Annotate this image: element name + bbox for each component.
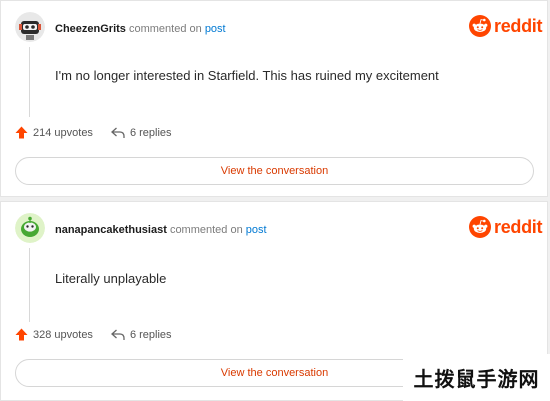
reddit-logo[interactable]: reddit — [469, 216, 543, 238]
upvote-arrow-icon — [15, 126, 28, 139]
upvote-count: 328 upvotes — [33, 328, 93, 341]
replies-button[interactable]: 6 replies — [110, 126, 172, 139]
view-conversation-button[interactable]: View the conversation — [15, 157, 534, 185]
upvote-button[interactable]: 328 upvotes — [15, 328, 93, 341]
thread-line — [29, 47, 30, 117]
upvote-count: 214 upvotes — [33, 126, 93, 139]
action-text: commented on — [128, 23, 202, 35]
comment-text: Literally unplayable — [55, 271, 167, 286]
action-text: commented on — [169, 224, 243, 236]
robot-avatar-icon[interactable] — [15, 12, 45, 42]
reddit-snoo-icon — [469, 216, 491, 238]
thread-line — [29, 248, 30, 322]
comment-actions: 214 upvotes 6 replies — [15, 126, 172, 139]
reply-count: 6 replies — [129, 328, 172, 341]
reddit-wordmark: reddit — [494, 15, 543, 36]
post-link[interactable]: post — [205, 23, 226, 35]
comment-text: I'm no longer interested in Starfield. T… — [55, 68, 439, 83]
comment-card: CheezenGrits commented on post reddit I'… — [0, 0, 548, 197]
reply-arrow-icon — [110, 127, 125, 138]
upvote-button[interactable]: 214 upvotes — [15, 126, 93, 139]
reply-count: 6 replies — [129, 126, 172, 139]
reddit-logo[interactable]: reddit — [469, 15, 543, 37]
reddit-snoo-icon — [469, 15, 491, 37]
site-watermark: 土拨鼠手游网 — [403, 354, 550, 401]
comment-actions: 328 upvotes 6 replies — [15, 328, 172, 341]
post-link[interactable]: post — [246, 224, 267, 236]
reply-arrow-icon — [110, 329, 125, 340]
username[interactable]: nanapancakethusiast — [55, 224, 167, 236]
reddit-wordmark: reddit — [494, 216, 543, 237]
replies-button[interactable]: 6 replies — [110, 328, 172, 341]
green-snoo-avatar-icon[interactable] — [15, 213, 45, 243]
comment-header: nanapancakethusiast commented on post — [55, 223, 267, 237]
comment-header: CheezenGrits commented on post — [55, 22, 226, 36]
username[interactable]: CheezenGrits — [55, 23, 126, 35]
upvote-arrow-icon — [15, 328, 28, 341]
